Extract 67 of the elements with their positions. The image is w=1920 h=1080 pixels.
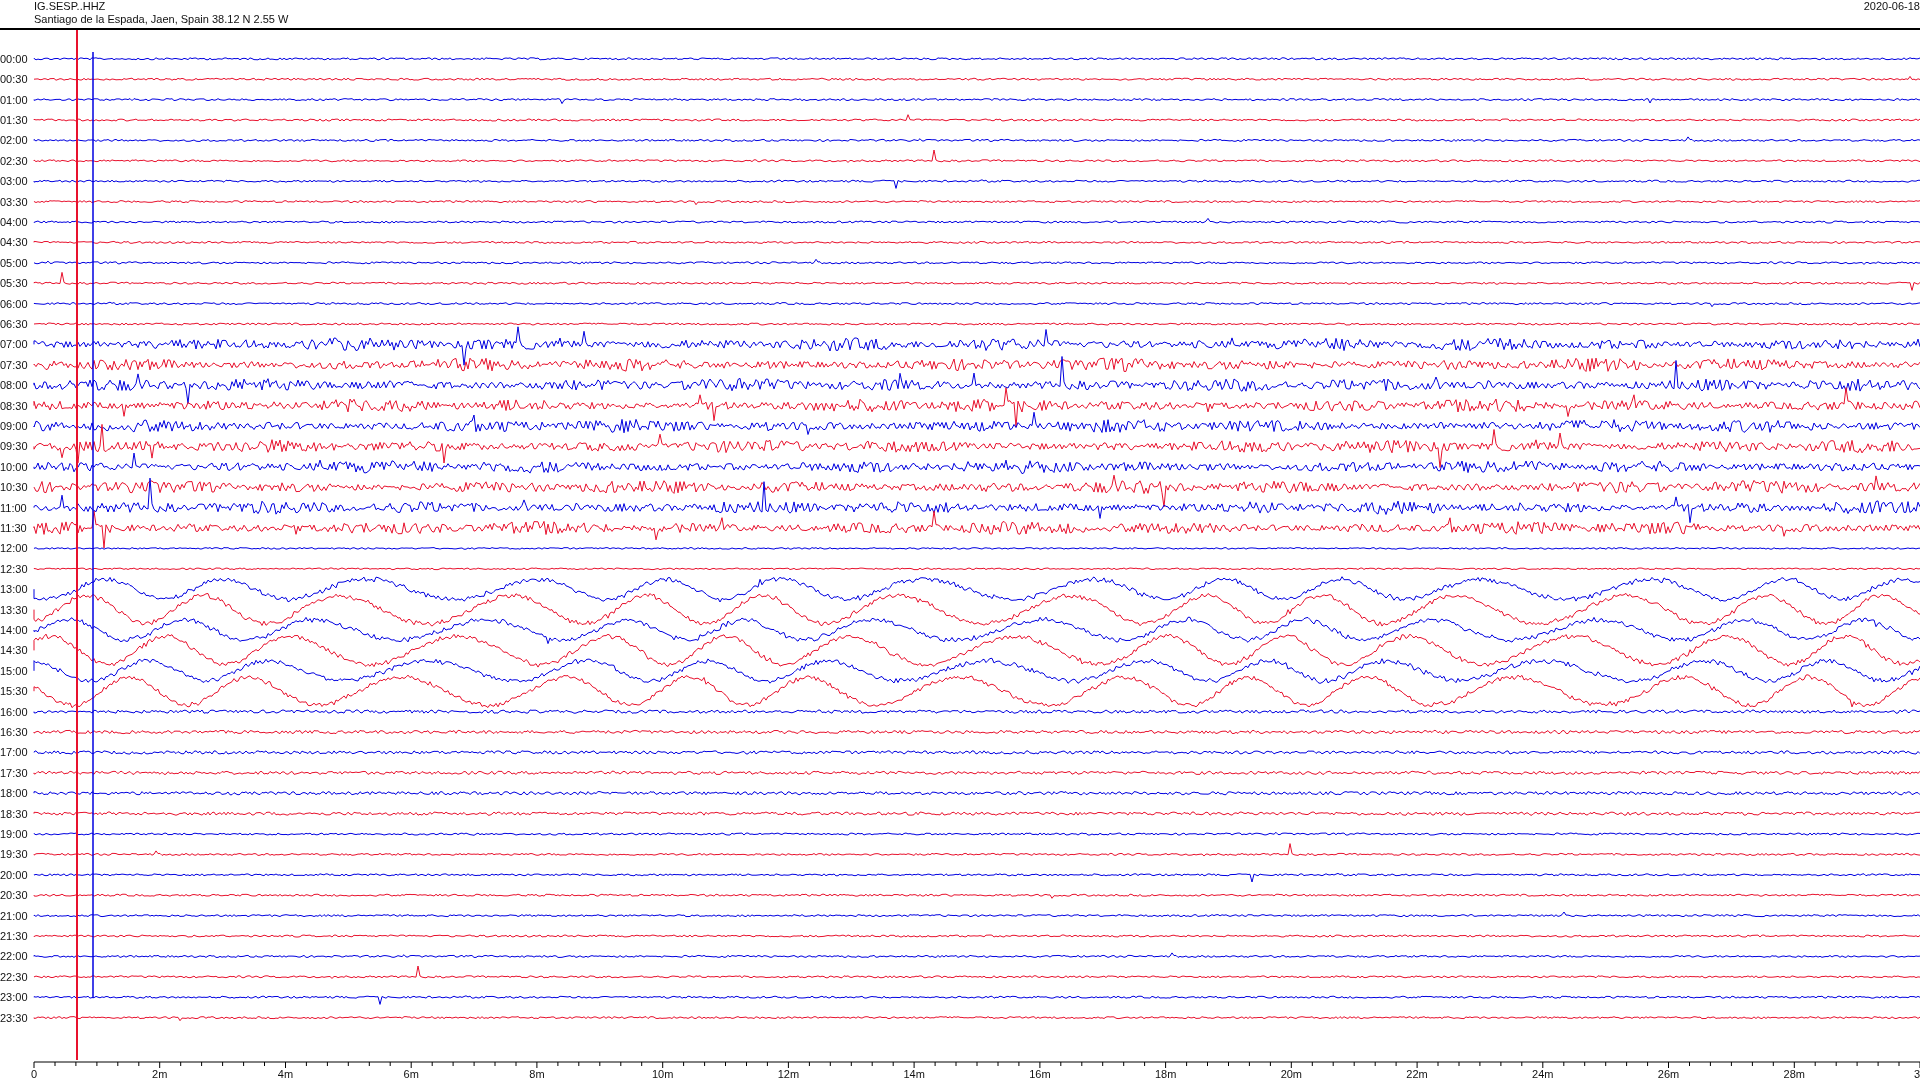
axis-tick-label: 12m [777, 1068, 800, 1078]
time-label: 17:00 [0, 746, 28, 759]
time-label: 08:00 [0, 379, 28, 392]
time-label: 19:30 [0, 848, 28, 861]
time-label: 04:00 [0, 216, 28, 228]
time-label: 13:00 [0, 583, 28, 596]
time-label: 04:30 [0, 236, 28, 249]
time-label: 08:30 [0, 399, 28, 412]
time-label: 05:00 [0, 256, 28, 269]
axis-tick-label: 6m [403, 1068, 419, 1078]
time-label: 16:00 [0, 705, 28, 718]
time-label: 17:30 [0, 766, 28, 779]
time-label: 06:30 [0, 318, 28, 330]
time-label: 22:30 [0, 970, 28, 983]
time-label: 20:00 [0, 868, 28, 881]
time-label: 05:30 [0, 277, 28, 290]
time-label: 18:00 [0, 787, 28, 800]
time-label: 09:00 [0, 420, 28, 432]
time-label: 03:30 [0, 195, 28, 208]
time-label: 01:00 [0, 93, 28, 106]
time-label: 07:00 [0, 338, 28, 351]
time-label: 12:00 [0, 542, 28, 555]
time-label: 15:00 [0, 664, 28, 677]
axis-tick-label: 10m [651, 1068, 674, 1078]
axis-tick-label: 0 [30, 1068, 38, 1078]
time-label: 11:00 [0, 501, 27, 514]
time-label: 11:30 [0, 522, 27, 534]
time-label: 00:30 [0, 73, 28, 86]
time-label: 18:30 [0, 807, 28, 820]
axis-tick-label: 20m [1280, 1068, 1303, 1078]
time-label: 14:00 [0, 624, 28, 636]
time-label: 06:00 [0, 297, 28, 310]
time-label: 09:30 [0, 440, 28, 453]
time-label: 02:00 [0, 134, 28, 147]
time-label: 13:30 [0, 603, 28, 616]
time-label: 15:30 [0, 685, 28, 698]
axis-tick-label: 8m [529, 1068, 545, 1078]
axis-tick-label: 28m [1783, 1068, 1805, 1078]
time-label: 14:30 [0, 644, 28, 657]
axis-tick-label: 16m [1029, 1068, 1051, 1078]
axis-tick-label: 18m [1154, 1068, 1177, 1078]
time-label: 23:00 [0, 991, 28, 1004]
axis-tick-label: 2m [152, 1068, 168, 1078]
time-label: 01:30 [0, 114, 28, 126]
time-label: 10:00 [0, 460, 28, 473]
axis-tick-label: 4m [277, 1068, 294, 1078]
time-label: 22:00 [0, 950, 28, 963]
date-label: 2020-06-18 [1863, 0, 1920, 14]
axis-tick-label: 26m [1657, 1068, 1680, 1078]
time-label: 21:00 [0, 909, 28, 922]
axis-tick-label: 22m [1406, 1068, 1428, 1078]
time-label: 10:30 [0, 481, 28, 494]
time-label: 21:30 [0, 930, 28, 942]
time-label: 20:30 [0, 889, 28, 902]
axis-tick-label: 24m [1532, 1068, 1554, 1078]
time-label: 00:00 [0, 52, 28, 65]
station-location: Santiago de la Espada, Jaen, Spain 38.12 N 2.55 W [34, 13, 289, 26]
time-label: 07:30 [0, 358, 28, 371]
time-label: 02:30 [0, 154, 28, 167]
time-label: 03:00 [0, 175, 28, 188]
axis-tick-label: 14m [903, 1068, 925, 1078]
time-label: 12:30 [0, 562, 28, 575]
axis-tick-label: 3 [1914, 1068, 1920, 1078]
station-code: IG.SESP..HHZ [34, 0, 107, 13]
time-label: 19:00 [0, 828, 28, 840]
time-label: 23:30 [0, 1011, 28, 1024]
time-label: 16:30 [0, 726, 28, 738]
